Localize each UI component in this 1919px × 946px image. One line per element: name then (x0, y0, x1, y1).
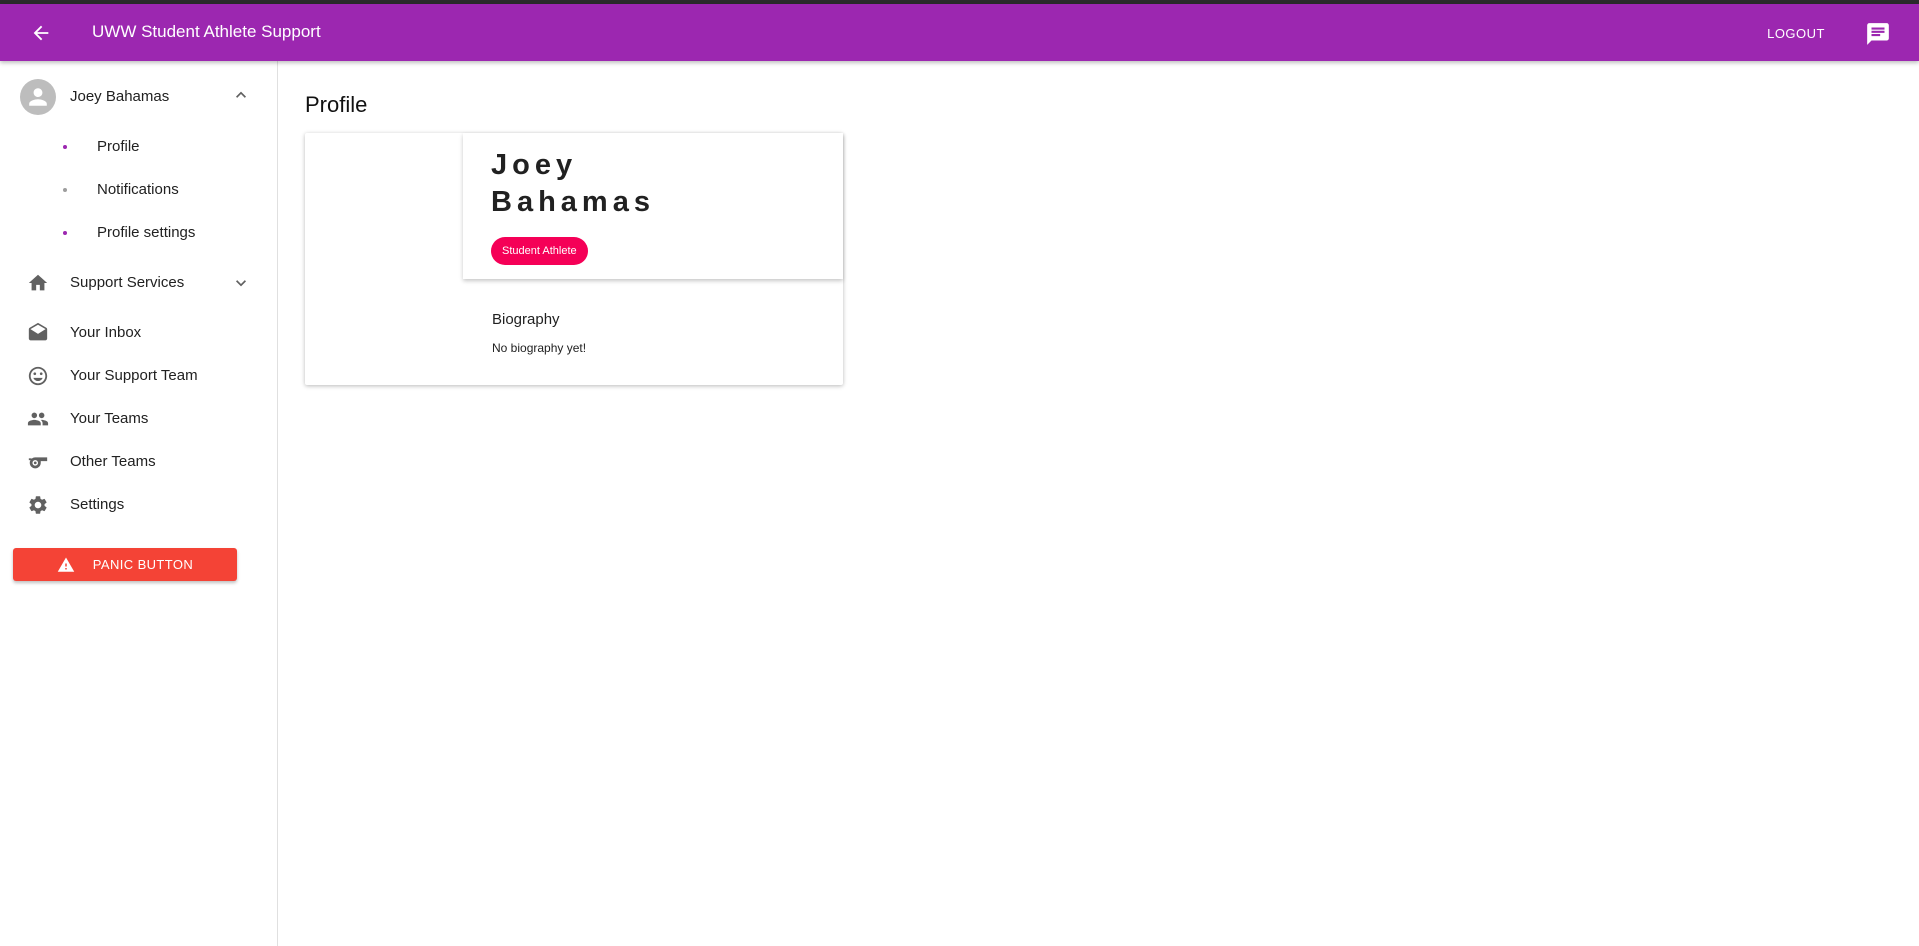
biography-heading: Biography (492, 311, 560, 328)
sidebar-user-toggle[interactable]: Joey Bahamas (0, 75, 277, 119)
panic-button-label: PANIC BUTTON (92, 557, 194, 572)
sidebar-item-label: Settings (70, 496, 125, 513)
avatar (20, 79, 56, 115)
bullet-dot (63, 188, 67, 192)
page-title: Profile (305, 92, 368, 117)
profile-name-last: Bahamas (491, 186, 655, 218)
chevron-up-icon (236, 91, 246, 98)
sidebar-item-label: Notifications (97, 181, 179, 198)
whistle-icon (27, 451, 49, 473)
app-bar: UWW Student Athlete Support LOGOUT (0, 4, 1919, 61)
gear-icon (27, 494, 49, 516)
people-icon (27, 408, 49, 430)
bullet-dot (63, 145, 67, 149)
drafts-icon (27, 322, 49, 344)
app-title: UWW Student Athlete Support (92, 22, 321, 41)
sidebar-item-other-teams[interactable]: Other Teams (0, 442, 277, 482)
sidebar-item-label: Your Support Team (70, 367, 198, 384)
sidebar-item-your-support-team[interactable]: Your Support Team (0, 356, 277, 396)
panic-button[interactable]: PANIC BUTTON (13, 548, 237, 581)
sidebar-item-label: Profile settings (97, 224, 196, 241)
sidebar-item-label: Support Services (70, 274, 185, 291)
back-button[interactable] (28, 20, 54, 46)
sidebar-item-your-inbox[interactable]: Your Inbox (0, 313, 277, 353)
sidebar-item-your-teams[interactable]: Your Teams (0, 399, 277, 439)
smiley-icon (27, 365, 49, 387)
role-chip: Student Athlete (491, 237, 588, 265)
warning-icon (57, 556, 75, 574)
sidebar-item-support-services[interactable]: Support Services (0, 263, 277, 303)
chat-button[interactable] (1865, 21, 1891, 47)
biography-text: No biography yet! (492, 341, 587, 355)
logout-button[interactable]: LOGOUT (1767, 26, 1825, 41)
account-circle-icon (29, 88, 47, 106)
sidebar: Joey Bahamas Profile Notifications Profi… (0, 61, 278, 946)
profile-name: Joey Bahamas (491, 147, 791, 221)
chat-icon (1867, 23, 1889, 45)
profile-name-first: Joey (491, 149, 578, 181)
sidebar-item-profile[interactable]: Profile (0, 127, 277, 167)
sidebar-item-notifications[interactable]: Notifications (0, 170, 277, 210)
sidebar-user-name: Joey Bahamas (70, 88, 170, 105)
chevron-down-icon (236, 280, 246, 287)
profile-card: Joey Bahamas Student Athlete Biography N… (305, 133, 843, 385)
home-icon (27, 272, 49, 294)
sidebar-item-label: Your Teams (70, 410, 149, 427)
sidebar-item-settings[interactable]: Settings (0, 485, 277, 525)
arrow-back-icon (33, 25, 49, 41)
bullet-dot (63, 231, 67, 235)
sidebar-item-profile-settings[interactable]: Profile settings (0, 213, 277, 253)
sidebar-item-label: Your Inbox (70, 324, 142, 341)
profile-card-header: Joey Bahamas Student Athlete (463, 133, 843, 279)
sidebar-item-label: Profile (97, 138, 140, 155)
sidebar-item-label: Other Teams (70, 453, 156, 470)
